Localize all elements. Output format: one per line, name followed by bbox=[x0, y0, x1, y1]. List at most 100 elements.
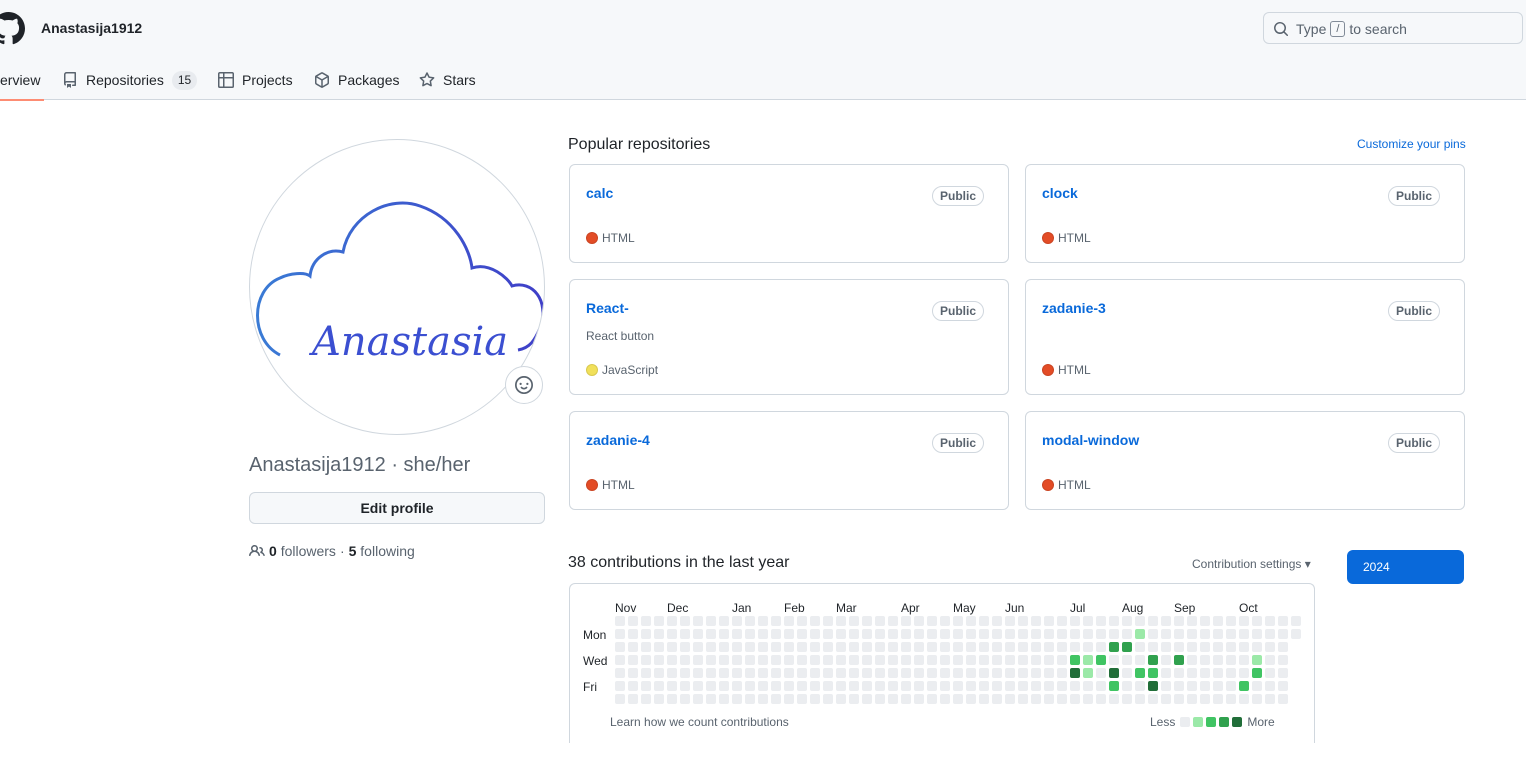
header-username[interactable]: Anastasija1912 bbox=[41, 20, 142, 36]
contribution-day[interactable] bbox=[732, 616, 742, 626]
contribution-day[interactable] bbox=[940, 629, 950, 639]
contribution-day[interactable] bbox=[706, 681, 716, 691]
contribution-day[interactable] bbox=[1070, 681, 1080, 691]
contribution-day[interactable] bbox=[810, 655, 820, 665]
contribution-day[interactable] bbox=[1083, 629, 1093, 639]
contribution-day[interactable] bbox=[654, 616, 664, 626]
contribution-day[interactable] bbox=[745, 642, 755, 652]
contribution-day[interactable] bbox=[732, 681, 742, 691]
contribution-day[interactable] bbox=[719, 694, 729, 704]
contribution-day[interactable] bbox=[1174, 668, 1184, 678]
contribution-day[interactable] bbox=[1252, 642, 1262, 652]
contribution-day[interactable] bbox=[979, 694, 989, 704]
contribution-day[interactable] bbox=[1109, 629, 1119, 639]
contribution-settings-dropdown[interactable]: Contribution settings ▾ bbox=[1192, 557, 1311, 571]
contribution-day[interactable] bbox=[862, 655, 872, 665]
contribution-day[interactable] bbox=[836, 668, 846, 678]
contribution-day[interactable] bbox=[810, 629, 820, 639]
contribution-day[interactable] bbox=[875, 668, 885, 678]
contribution-day[interactable] bbox=[1096, 668, 1106, 678]
contribution-day[interactable] bbox=[1265, 694, 1275, 704]
contribution-day[interactable] bbox=[1174, 694, 1184, 704]
contribution-day[interactable] bbox=[953, 681, 963, 691]
contribution-day[interactable] bbox=[849, 681, 859, 691]
contribution-day[interactable] bbox=[1018, 616, 1028, 626]
contribution-day[interactable] bbox=[1031, 655, 1041, 665]
contribution-day[interactable] bbox=[1200, 694, 1210, 704]
contribution-day[interactable] bbox=[797, 655, 807, 665]
contribution-day[interactable] bbox=[1070, 694, 1080, 704]
contribution-day[interactable] bbox=[680, 616, 690, 626]
contribution-day[interactable] bbox=[719, 655, 729, 665]
contribution-day[interactable] bbox=[1200, 629, 1210, 639]
contribution-day[interactable] bbox=[654, 655, 664, 665]
contribution-day[interactable] bbox=[1018, 668, 1028, 678]
contribution-day[interactable] bbox=[875, 694, 885, 704]
contribution-day[interactable] bbox=[693, 655, 703, 665]
contribution-day[interactable] bbox=[1187, 668, 1197, 678]
contribution-day[interactable] bbox=[1148, 655, 1158, 665]
contribution-day[interactable] bbox=[1265, 655, 1275, 665]
contribution-day[interactable] bbox=[628, 629, 638, 639]
contribution-day[interactable] bbox=[966, 629, 976, 639]
contribution-day[interactable] bbox=[1161, 655, 1171, 665]
contribution-day[interactable] bbox=[693, 694, 703, 704]
contribution-day[interactable] bbox=[979, 681, 989, 691]
contribution-day[interactable] bbox=[823, 694, 833, 704]
contribution-day[interactable] bbox=[1265, 668, 1275, 678]
contribution-day[interactable] bbox=[1057, 616, 1067, 626]
contribution-day[interactable] bbox=[862, 642, 872, 652]
contribution-day[interactable] bbox=[1057, 629, 1067, 639]
contribution-day[interactable] bbox=[1031, 694, 1041, 704]
contribution-day[interactable] bbox=[901, 642, 911, 652]
contribution-day[interactable] bbox=[706, 629, 716, 639]
contribution-day[interactable] bbox=[784, 681, 794, 691]
contribution-day[interactable] bbox=[1148, 668, 1158, 678]
customize-pins-link[interactable]: Customize your pins bbox=[1357, 137, 1466, 151]
github-logo-icon[interactable] bbox=[0, 12, 25, 45]
contribution-day[interactable] bbox=[667, 681, 677, 691]
contribution-day[interactable] bbox=[888, 681, 898, 691]
contribution-day[interactable] bbox=[1005, 694, 1015, 704]
contribution-day[interactable] bbox=[745, 681, 755, 691]
contribution-day[interactable] bbox=[745, 668, 755, 678]
contribution-day[interactable] bbox=[1135, 668, 1145, 678]
contribution-day[interactable] bbox=[1278, 668, 1288, 678]
contribution-day[interactable] bbox=[1161, 616, 1171, 626]
contribution-day[interactable] bbox=[771, 629, 781, 639]
contribution-day[interactable] bbox=[1265, 642, 1275, 652]
contribution-day[interactable] bbox=[992, 642, 1002, 652]
contribution-day[interactable] bbox=[1057, 655, 1067, 665]
contribution-day[interactable] bbox=[901, 668, 911, 678]
contribution-day[interactable] bbox=[732, 655, 742, 665]
contribution-day[interactable] bbox=[1070, 655, 1080, 665]
contribution-day[interactable] bbox=[680, 681, 690, 691]
following-link[interactable]: 5 following bbox=[349, 543, 415, 559]
contribution-day[interactable] bbox=[1005, 668, 1015, 678]
contribution-day[interactable] bbox=[1096, 681, 1106, 691]
contribution-day[interactable] bbox=[1239, 694, 1249, 704]
contribution-day[interactable] bbox=[1226, 694, 1236, 704]
edit-profile-button[interactable]: Edit profile bbox=[249, 492, 545, 524]
contribution-day[interactable] bbox=[680, 642, 690, 652]
contribution-day[interactable] bbox=[1148, 642, 1158, 652]
contribution-day[interactable] bbox=[771, 655, 781, 665]
contribution-day[interactable] bbox=[1148, 681, 1158, 691]
contribution-day[interactable] bbox=[719, 642, 729, 652]
contribution-day[interactable] bbox=[1018, 642, 1028, 652]
contribution-day[interactable] bbox=[1148, 616, 1158, 626]
contribution-day[interactable] bbox=[927, 629, 937, 639]
contribution-day[interactable] bbox=[1057, 694, 1067, 704]
contribution-day[interactable] bbox=[680, 668, 690, 678]
contribution-day[interactable] bbox=[797, 629, 807, 639]
contribution-day[interactable] bbox=[654, 694, 664, 704]
contribution-day[interactable] bbox=[966, 642, 976, 652]
contribution-day[interactable] bbox=[771, 681, 781, 691]
contribution-day[interactable] bbox=[745, 616, 755, 626]
contribution-day[interactable] bbox=[966, 694, 976, 704]
contribution-day[interactable] bbox=[1200, 655, 1210, 665]
contribution-day[interactable] bbox=[992, 681, 1002, 691]
contribution-day[interactable] bbox=[1109, 642, 1119, 652]
contribution-day[interactable] bbox=[732, 668, 742, 678]
contribution-day[interactable] bbox=[953, 668, 963, 678]
